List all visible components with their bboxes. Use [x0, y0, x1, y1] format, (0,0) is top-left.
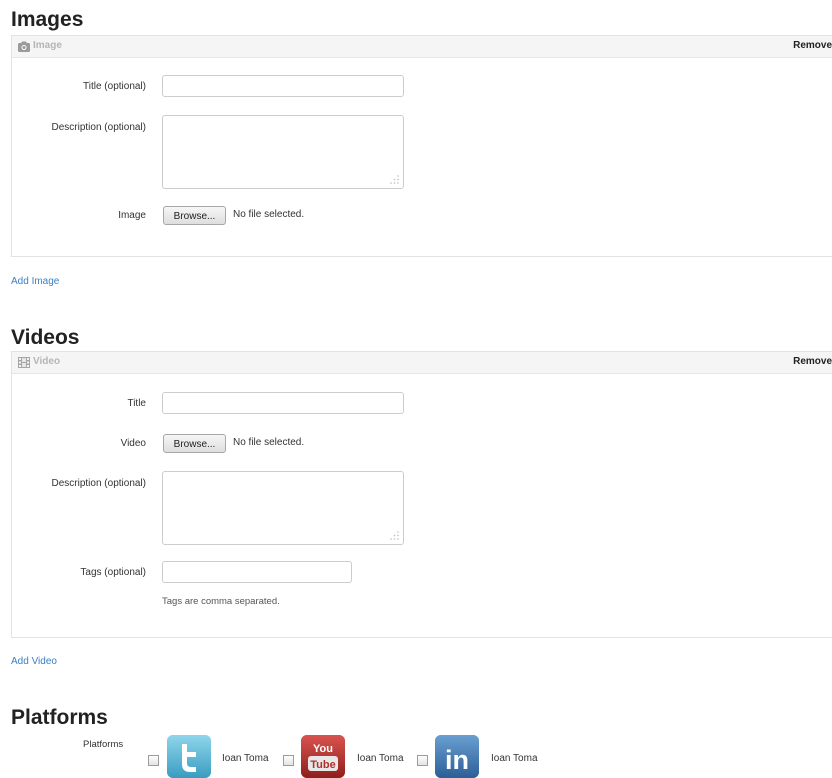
video-title-label: Title — [127, 398, 146, 409]
twitter-icon — [167, 735, 211, 778]
images-heading: Images — [11, 8, 84, 31]
youtube-checkbox[interactable] — [283, 755, 294, 766]
image-browse-button[interactable]: Browse... — [163, 206, 226, 225]
youtube-icon: You Tube — [301, 735, 345, 778]
remove-video-button[interactable]: Remove — [793, 356, 832, 367]
svg-text:in: in — [445, 745, 469, 775]
video-description-textarea[interactable] — [162, 471, 404, 545]
resize-grip-icon[interactable] — [390, 531, 399, 540]
image-title-input[interactable] — [162, 75, 404, 97]
video-tags-label: Tags (optional) — [80, 567, 146, 578]
video-file-status: No file selected. — [233, 437, 305, 448]
image-description-label: Description (optional) — [51, 122, 147, 133]
video-title-input[interactable] — [162, 392, 404, 414]
platforms-heading: Platforms — [11, 706, 108, 729]
svg-text:Tube: Tube — [310, 759, 335, 771]
video-browse-button[interactable]: Browse... — [163, 434, 226, 453]
image-description-textarea[interactable] — [162, 115, 404, 189]
image-file-label: Image — [118, 210, 146, 221]
video-panel: Video Remove Title Video Browse... No fi… — [11, 351, 832, 638]
linkedin-icon: in — [435, 735, 479, 778]
video-panel-label: Video — [33, 356, 61, 367]
resize-grip-icon[interactable] — [390, 175, 399, 184]
remove-image-button[interactable]: Remove — [793, 40, 832, 51]
video-tags-input[interactable] — [162, 561, 352, 583]
tags-help-text: Tags are comma separated. — [162, 596, 280, 607]
image-panel: Image Remove Title (optional) Descriptio… — [11, 35, 832, 257]
image-title-label: Title (optional) — [83, 81, 146, 92]
linkedin-checkbox[interactable] — [417, 755, 428, 766]
image-file-status: No file selected. — [233, 209, 305, 220]
twitter-checkbox[interactable] — [148, 755, 159, 766]
image-panel-header: Image Remove — [12, 36, 832, 58]
image-panel-label: Image — [33, 40, 62, 51]
twitter-account-name: Ioan Toma — [222, 753, 269, 764]
videos-heading: Videos — [11, 326, 80, 349]
video-panel-header: Video Remove — [12, 352, 832, 374]
camera-icon — [18, 41, 30, 52]
linkedin-account-name: Ioan Toma — [491, 753, 538, 764]
add-video-link[interactable]: Add Video — [11, 656, 57, 667]
youtube-account-name: Ioan Toma — [357, 753, 404, 764]
platforms-label: Platforms — [83, 739, 124, 750]
video-file-label: Video — [120, 438, 146, 449]
svg-text:You: You — [313, 743, 333, 755]
add-image-link[interactable]: Add Image — [11, 276, 59, 287]
film-icon — [18, 357, 30, 368]
video-description-label: Description (optional) — [51, 478, 147, 489]
